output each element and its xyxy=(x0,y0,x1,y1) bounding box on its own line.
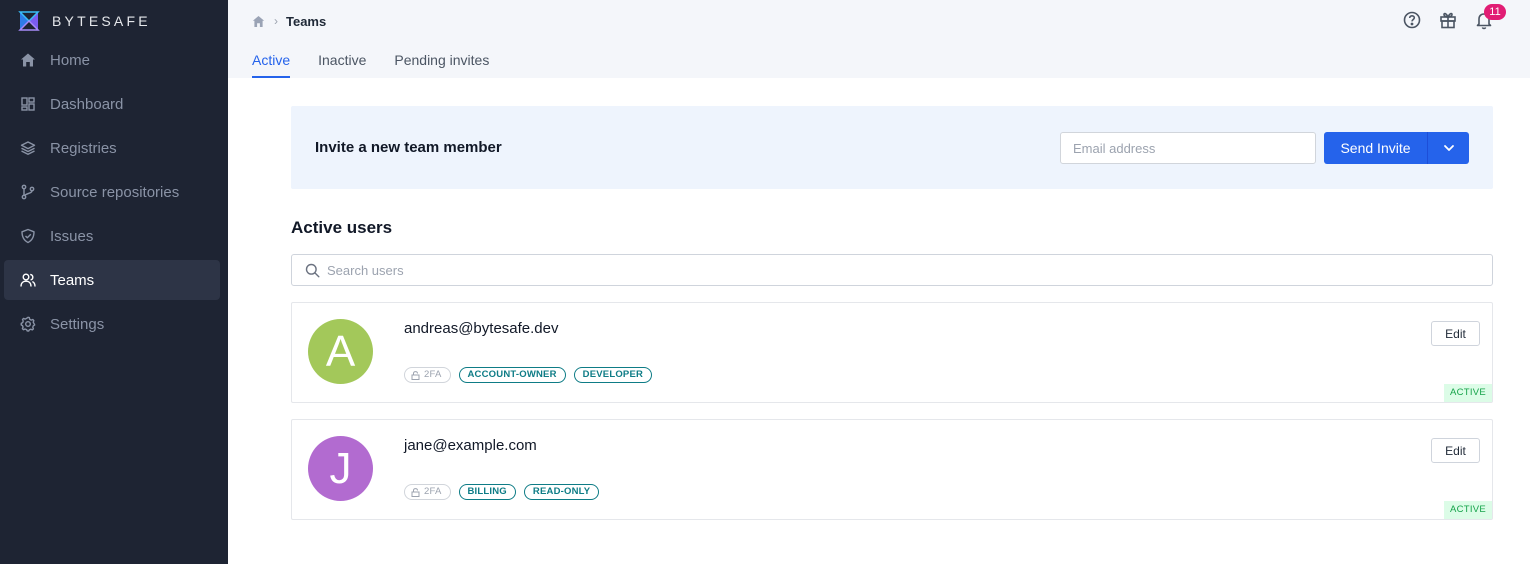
sidebar-item-settings[interactable]: Settings xyxy=(4,304,220,344)
chevron-down-icon xyxy=(1443,145,1454,151)
role-badge: DEVELOPER xyxy=(573,367,653,383)
sidebar-item-label: Home xyxy=(50,51,91,69)
sidebar-item-label: Issues xyxy=(50,227,94,245)
notification-count-badge: 11 xyxy=(1484,4,1506,20)
sidebar-item-home[interactable]: Home xyxy=(4,40,220,80)
home-icon xyxy=(20,52,36,68)
search-icon xyxy=(305,263,320,278)
twofa-badge: 2FA xyxy=(404,367,451,383)
help-icon[interactable] xyxy=(1402,10,1422,30)
twofa-badge: 2FA xyxy=(404,484,451,500)
sidebar-item-label: Settings xyxy=(50,315,105,333)
avatar: A xyxy=(308,319,373,384)
send-invite-dropdown-button[interactable] xyxy=(1427,132,1469,164)
invite-title: Invite a new team member xyxy=(315,139,502,156)
user-search xyxy=(291,254,1493,286)
sidebar-item-issues[interactable]: Issues xyxy=(4,216,220,256)
role-badge: ACCOUNT-OWNER xyxy=(458,367,566,383)
sidebar-nav: Home Dashboard Registries Source reposit… xyxy=(4,40,220,348)
invite-panel: Invite a new team member Send Invite xyxy=(291,106,1493,189)
sidebar-item-label: Source repositories xyxy=(50,183,180,201)
users-icon xyxy=(20,272,36,288)
brand-name: BYTESAFE xyxy=(52,13,151,29)
user-tags: 2FA ACCOUNT-OWNER DEVELOPER xyxy=(404,367,660,383)
edit-button[interactable]: Edit xyxy=(1431,438,1480,463)
bytesafe-logo-icon xyxy=(18,11,40,31)
search-input[interactable] xyxy=(327,255,1477,285)
edit-button[interactable]: Edit xyxy=(1431,321,1480,346)
tab-bar: Active Inactive Pending invites xyxy=(252,50,517,78)
sidebar-item-teams[interactable]: Teams xyxy=(4,260,220,300)
tab-inactive[interactable]: Inactive xyxy=(318,50,366,78)
notifications-bell-icon[interactable]: 11 xyxy=(1474,4,1506,30)
twofa-label: 2FA xyxy=(424,486,442,497)
user-email: jane@example.com xyxy=(404,437,537,454)
breadcrumb: › Teams xyxy=(252,12,326,30)
unlock-icon xyxy=(411,487,420,497)
role-badge: READ-ONLY xyxy=(523,484,600,500)
role-badge: BILLING xyxy=(458,484,516,500)
sidebar-item-registries[interactable]: Registries xyxy=(4,128,220,168)
breadcrumb-home-icon[interactable] xyxy=(252,15,265,28)
status-badge: ACTIVE xyxy=(1444,384,1492,402)
send-invite-button[interactable]: Send Invite xyxy=(1324,132,1427,164)
user-email: andreas@bytesafe.dev xyxy=(404,320,559,337)
branch-icon xyxy=(20,184,36,200)
gear-icon xyxy=(20,316,36,332)
tab-active[interactable]: Active xyxy=(252,50,291,78)
twofa-label: 2FA xyxy=(424,369,442,380)
user-tags: 2FA BILLING READ-ONLY xyxy=(404,484,607,500)
section-title: Active users xyxy=(291,218,393,237)
unlock-icon xyxy=(411,370,420,380)
dashboard-icon xyxy=(20,96,36,112)
sidebar-item-source-repositories[interactable]: Source repositories xyxy=(4,172,220,212)
sidebar-item-label: Teams xyxy=(50,271,95,289)
list-item: J jane@example.com 2FA BILLING READ-ONLY… xyxy=(291,419,1493,520)
tab-pending-invites[interactable]: Pending invites xyxy=(394,50,489,78)
brand-logo[interactable]: BYTESAFE xyxy=(18,9,151,33)
breadcrumb-current: Teams xyxy=(286,13,327,29)
shield-icon xyxy=(20,228,36,244)
sidebar-item-label: Registries xyxy=(50,139,117,157)
email-field[interactable] xyxy=(1060,132,1316,164)
breadcrumb-chevron-icon: › xyxy=(274,14,278,28)
sidebar-item-label: Dashboard xyxy=(50,95,124,113)
sidebar: BYTESAFE Home Dashboard Registries Sourc… xyxy=(0,0,228,564)
list-item: A andreas@bytesafe.dev 2FA ACCOUNT-OWNER… xyxy=(291,302,1493,403)
avatar: J xyxy=(308,436,373,501)
gift-icon[interactable] xyxy=(1438,10,1458,30)
top-header: › Teams 11 Active Inactive Pending invit… xyxy=(228,0,1530,78)
header-actions: 11 xyxy=(1386,4,1506,30)
layers-icon xyxy=(20,140,36,156)
status-badge: ACTIVE xyxy=(1444,501,1492,519)
sidebar-item-dashboard[interactable]: Dashboard xyxy=(4,84,220,124)
